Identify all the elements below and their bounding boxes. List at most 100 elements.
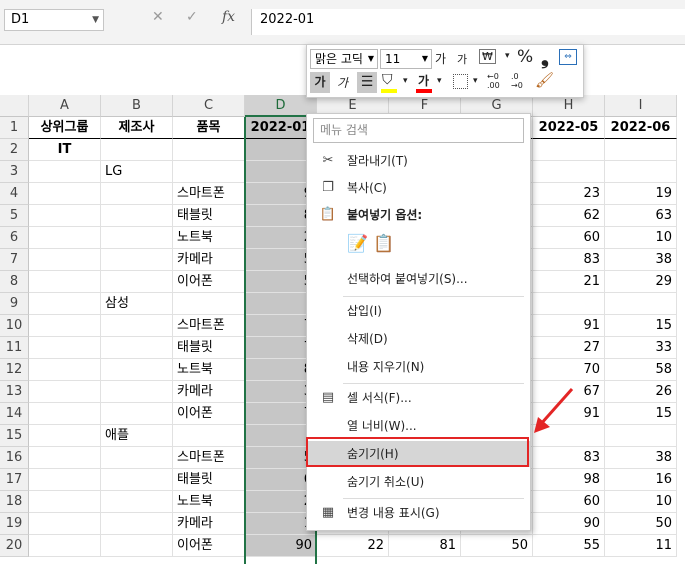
cell-b[interactable] [101, 249, 173, 271]
cell-i[interactable] [605, 425, 677, 447]
cell-b[interactable] [101, 535, 173, 557]
cell-c[interactable]: 카메라 [173, 381, 245, 403]
cell-c[interactable]: 이어폰 [173, 403, 245, 425]
cell-c[interactable]: 이어폰 [173, 535, 245, 557]
cell-c[interactable]: 노트북 [173, 227, 245, 249]
cell-h[interactable]: 60 [533, 491, 605, 513]
row-header[interactable]: 8 [0, 271, 29, 293]
header-cell-h[interactable]: 2022-05 [533, 117, 605, 139]
row-header[interactable]: 11 [0, 337, 29, 359]
cell-i[interactable]: 10 [605, 227, 677, 249]
cell-i[interactable]: 63 [605, 205, 677, 227]
cell-i[interactable] [605, 139, 677, 161]
column-header-h[interactable]: H [533, 95, 605, 117]
cancel-icon[interactable]: ✕ [152, 9, 164, 25]
cell-i[interactable]: 50 [605, 513, 677, 535]
cell-b[interactable] [101, 227, 173, 249]
row-header[interactable]: 2 [0, 139, 29, 161]
cell-b[interactable] [101, 139, 173, 161]
cell-i[interactable]: 38 [605, 447, 677, 469]
menu-item-delete[interactable]: 삭제(D) [307, 326, 530, 352]
cell-a[interactable] [29, 491, 101, 513]
cell-i[interactable]: 10 [605, 491, 677, 513]
column-header-a[interactable]: A [29, 95, 101, 117]
cell-i[interactable] [605, 293, 677, 315]
cell-b[interactable] [101, 513, 173, 535]
cell-b[interactable] [101, 205, 173, 227]
menu-item-copy[interactable]: ❐ 복사(C) [307, 175, 530, 201]
cell-a[interactable] [29, 183, 101, 205]
cell-a[interactable] [29, 403, 101, 425]
cell-a[interactable] [29, 293, 101, 315]
row-header[interactable]: 18 [0, 491, 29, 513]
row-header[interactable]: 10 [0, 315, 29, 337]
cell-i[interactable]: 29 [605, 271, 677, 293]
cell-h[interactable]: 21 [533, 271, 605, 293]
decrease-decimal-icon[interactable]: .0 →0 [511, 72, 523, 90]
cell-c[interactable] [173, 161, 245, 183]
menu-item-cut[interactable]: ✂ 잘라내기(T) [307, 148, 530, 174]
cell-g[interactable]: 50 [461, 535, 533, 557]
cell-b[interactable] [101, 447, 173, 469]
cell-a[interactable] [29, 227, 101, 249]
cell-c[interactable]: 스마트폰 [173, 183, 245, 205]
cell-h[interactable] [533, 293, 605, 315]
cell-c[interactable]: 노트북 [173, 491, 245, 513]
cell-i[interactable]: 11 [605, 535, 677, 557]
cell-a[interactable] [29, 535, 101, 557]
cell-i[interactable] [605, 161, 677, 183]
cell-c[interactable]: 이어폰 [173, 271, 245, 293]
cell-h[interactable] [533, 161, 605, 183]
header-cell-i[interactable]: 2022-06 [605, 117, 677, 139]
cell-h[interactable]: 70 [533, 359, 605, 381]
cell-h[interactable]: 55 [533, 535, 605, 557]
paste-icon[interactable]: 📝 [347, 234, 368, 258]
cell-h[interactable]: 27 [533, 337, 605, 359]
chevron-down-icon[interactable]: ▼ [92, 10, 99, 30]
row-header[interactable]: 12 [0, 359, 29, 381]
font-color-icon[interactable]: 가 [418, 72, 429, 89]
cell-a[interactable] [29, 381, 101, 403]
menu-item-column-width[interactable]: 열 너비(W)... [307, 413, 530, 439]
chevron-down-icon[interactable]: ▾ [403, 76, 408, 86]
header-cell-c[interactable]: 품목 [173, 117, 245, 139]
row-header[interactable]: 5 [0, 205, 29, 227]
cell-h[interactable]: 62 [533, 205, 605, 227]
row-header[interactable]: 16 [0, 447, 29, 469]
cell-b[interactable] [101, 183, 173, 205]
cell-c[interactable]: 스마트폰 [173, 315, 245, 337]
cell-b[interactable]: 애플 [101, 425, 173, 447]
cell-b[interactable] [101, 403, 173, 425]
header-cell-a[interactable]: 상위그룹 [29, 117, 101, 139]
row-header[interactable]: 17 [0, 469, 29, 491]
cell-h[interactable] [533, 139, 605, 161]
cell-c[interactable]: 카메라 [173, 513, 245, 535]
cell-i[interactable]: 19 [605, 183, 677, 205]
align-center-icon[interactable]: ☰ [357, 72, 377, 93]
shrink-font-icon[interactable]: 가 [457, 51, 467, 67]
cell-c[interactable]: 태블릿 [173, 469, 245, 491]
cell-a[interactable] [29, 337, 101, 359]
name-box[interactable]: D1 ▼ [4, 9, 104, 31]
cell-a[interactable] [29, 447, 101, 469]
cell-b[interactable]: 삼성 [101, 293, 173, 315]
cell-h[interactable]: 83 [533, 447, 605, 469]
cell-a[interactable] [29, 513, 101, 535]
comma-style-icon[interactable]: ❟ [541, 45, 549, 69]
cell-i[interactable]: 58 [605, 359, 677, 381]
cell-b[interactable] [101, 315, 173, 337]
column-header-i[interactable]: I [605, 95, 677, 117]
cell-i[interactable]: 15 [605, 315, 677, 337]
menu-item-format-cells[interactable]: ▤ 셀 서식(F)... [307, 385, 530, 411]
row-header[interactable]: 13 [0, 381, 29, 403]
row-header[interactable]: 3 [0, 161, 29, 183]
cell-c[interactable]: 카메라 [173, 249, 245, 271]
select-all-corner[interactable] [0, 95, 29, 117]
row-header[interactable]: 4 [0, 183, 29, 205]
cell-i[interactable]: 15 [605, 403, 677, 425]
column-header-b[interactable]: B [101, 95, 173, 117]
cell-h[interactable]: 91 [533, 315, 605, 337]
chevron-down-icon[interactable]: ▾ [505, 51, 510, 61]
italic-icon[interactable]: 가 [337, 74, 348, 91]
cell-b[interactable] [101, 337, 173, 359]
